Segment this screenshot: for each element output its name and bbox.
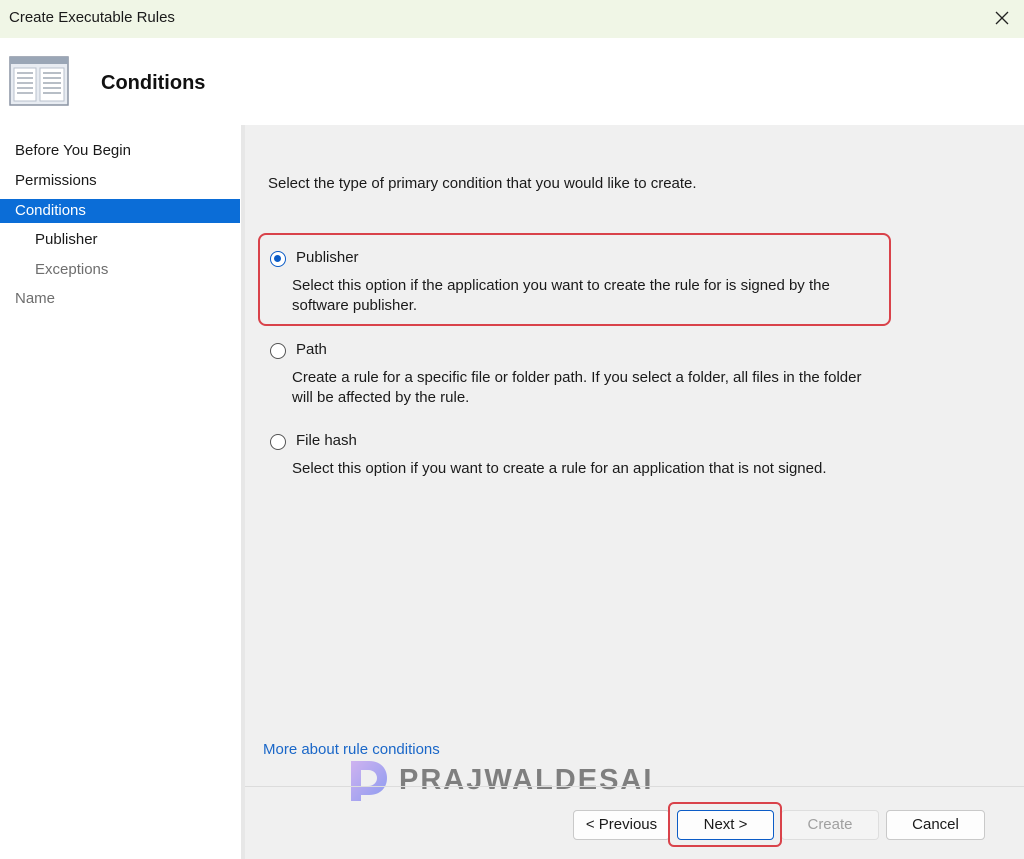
step-conditions[interactable]: Conditions bbox=[0, 199, 240, 223]
step-permissions[interactable]: Permissions bbox=[0, 169, 240, 193]
file-hash-description: Select this option if you want to create… bbox=[292, 460, 827, 477]
next-button[interactable]: Next > bbox=[677, 810, 774, 840]
step-before-you-begin[interactable]: Before You Begin bbox=[0, 139, 240, 163]
path-description: Create a rule for a specific file or fol… bbox=[292, 369, 862, 406]
wizard-page-icon bbox=[9, 56, 69, 106]
rule-conditions-link[interactable]: More about rule conditions bbox=[263, 741, 440, 758]
step-publisher[interactable]: Publisher bbox=[0, 228, 240, 252]
file-hash-radio[interactable] bbox=[270, 434, 286, 450]
path-radio[interactable] bbox=[270, 343, 286, 359]
wizard-header: Conditions bbox=[0, 38, 1024, 125]
footer-divider bbox=[245, 786, 1024, 787]
title-bar: Create Executable Rules bbox=[0, 0, 1024, 38]
page-heading: Conditions bbox=[101, 72, 206, 94]
wizard-step-list: Before You Begin Permissions Conditions … bbox=[0, 125, 241, 859]
condition-prompt: Select the type of primary condition tha… bbox=[268, 175, 697, 192]
create-button[interactable]: Create bbox=[781, 810, 879, 840]
path-label[interactable]: Path bbox=[296, 341, 327, 358]
publisher-label[interactable]: Publisher bbox=[296, 249, 359, 266]
publisher-description: Select this option if the application yo… bbox=[292, 277, 830, 314]
cancel-button[interactable]: Cancel bbox=[886, 810, 985, 840]
file-hash-label[interactable]: File hash bbox=[296, 432, 357, 449]
publisher-radio[interactable] bbox=[270, 251, 286, 267]
step-exceptions[interactable]: Exceptions bbox=[0, 258, 240, 282]
previous-button[interactable]: < Previous bbox=[573, 810, 670, 840]
window-title: Create Executable Rules bbox=[9, 9, 175, 26]
step-name[interactable]: Name bbox=[0, 287, 240, 311]
close-icon[interactable] bbox=[990, 6, 1014, 30]
